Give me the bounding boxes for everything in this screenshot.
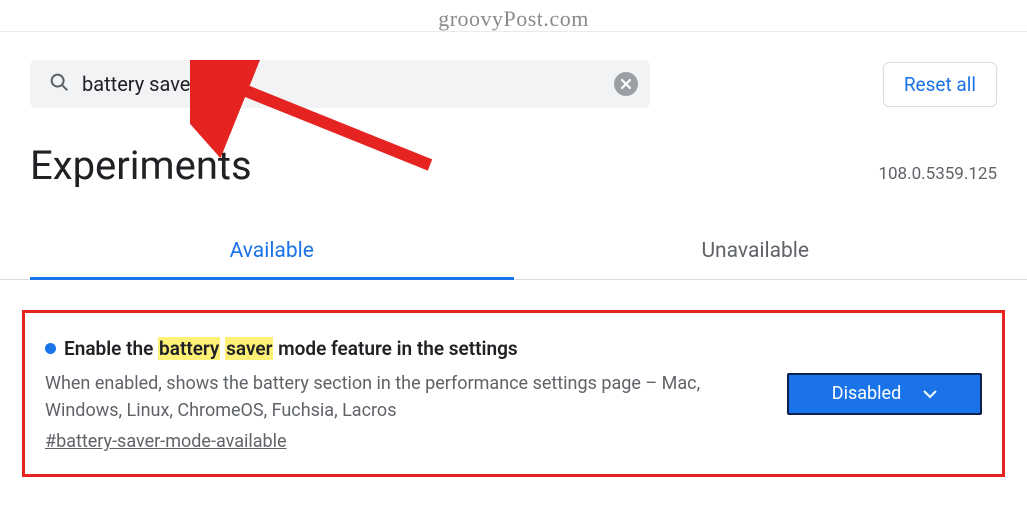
header-row: Reset all <box>0 32 1027 108</box>
flag-description: When enabled, shows the battery section … <box>45 370 725 426</box>
flag-state-dropdown[interactable]: Disabled <box>787 373 982 415</box>
flag-card: Enable the battery saver mode feature in… <box>22 310 1005 477</box>
reset-all-button[interactable]: Reset all <box>883 62 997 107</box>
tab-available[interactable]: Available <box>30 223 514 279</box>
search-box[interactable] <box>30 60 650 108</box>
search-icon <box>48 71 70 97</box>
flag-title-highlight: battery <box>158 337 220 360</box>
title-row: Experiments 108.0.5359.125 <box>0 108 1027 189</box>
flag-title-post: mode feature in the settings <box>273 337 517 360</box>
flag-title-highlight: saver <box>225 337 273 360</box>
flag-title-pre: Enable the <box>64 337 158 360</box>
flag-title: Enable the battery saver mode feature in… <box>45 335 767 364</box>
page-title: Experiments <box>30 142 252 189</box>
chevron-down-icon <box>923 389 937 399</box>
modified-dot-icon <box>45 343 56 354</box>
dropdown-value: Disabled <box>832 383 901 404</box>
tab-unavailable[interactable]: Unavailable <box>514 223 998 279</box>
version-text: 108.0.5359.125 <box>878 164 997 184</box>
flag-text: Enable the battery saver mode feature in… <box>45 335 767 452</box>
tabs: Available Unavailable <box>0 223 1027 280</box>
close-icon <box>620 78 632 90</box>
flag-id-link[interactable]: #battery-saver-mode-available <box>45 431 287 452</box>
watermark-text: groovyPost.com <box>438 6 589 32</box>
clear-search-button[interactable] <box>614 72 638 96</box>
search-input[interactable] <box>82 72 614 96</box>
